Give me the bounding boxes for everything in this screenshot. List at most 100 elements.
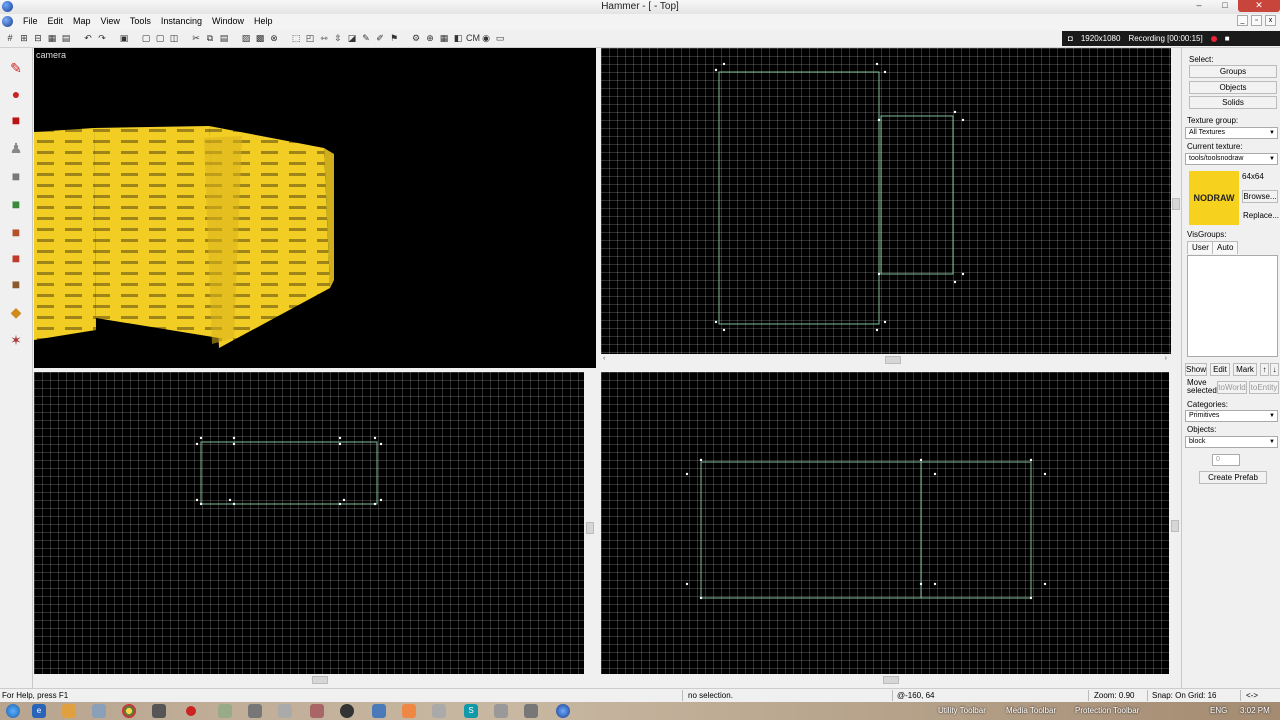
redo-icon[interactable]: ↷ (96, 32, 108, 44)
selection-box-icon[interactable]: ⬚ (290, 32, 302, 44)
minimize-button[interactable]: – (1186, 0, 1212, 12)
check-problems-icon[interactable]: ◧ (452, 32, 464, 44)
tab-auto[interactable]: Auto (1212, 241, 1239, 254)
hammer-taskbar-icon[interactable] (556, 704, 570, 718)
options-icon[interactable]: ⚙ (410, 32, 422, 44)
top-viewport[interactable] (601, 48, 1171, 354)
side-viewport-vscroll[interactable] (1170, 372, 1180, 674)
texture-application-tool-icon[interactable]: ■ (4, 192, 28, 216)
overlay-tool-icon[interactable]: ■ (4, 272, 28, 296)
sprite-icon[interactable]: ◉ (480, 32, 492, 44)
app-icon[interactable] (372, 704, 386, 718)
menu-window[interactable]: Window (207, 15, 249, 28)
visgroup-mark-button[interactable]: Mark (1233, 363, 1257, 376)
create-prefab-button[interactable]: Create Prefab (1199, 471, 1267, 484)
scroll-thumb[interactable] (885, 356, 901, 364)
menu-tools[interactable]: Tools (125, 15, 156, 28)
app-icon[interactable] (310, 704, 324, 718)
steam-icon[interactable] (152, 704, 166, 718)
grid-smaller-icon[interactable]: ⊞ (18, 32, 30, 44)
flip-horizontal-icon[interactable]: ⇿ (318, 32, 330, 44)
scroll-thumb[interactable] (883, 676, 899, 684)
app-icon[interactable] (248, 704, 262, 718)
replace-button[interactable]: Replace... (1242, 209, 1279, 222)
scroll-thumb[interactable] (1172, 198, 1180, 210)
carve-icon[interactable]: ▣ (118, 32, 130, 44)
compile-icon[interactable]: ⊗ (268, 32, 280, 44)
cordon-icon[interactable]: CM (466, 32, 480, 44)
mdi-restore-icon[interactable]: ▫ (1251, 15, 1262, 26)
apply-texture-tool-icon[interactable]: ■ (4, 220, 28, 244)
maximize-button[interactable]: □ (1212, 0, 1238, 12)
menu-help[interactable]: Help (249, 15, 278, 28)
utility-toolbar[interactable]: Utility Toolbar (938, 706, 986, 715)
browse-button[interactable]: Browse... (1242, 190, 1278, 203)
tool-b-icon[interactable]: ✐ (374, 32, 386, 44)
app-icon[interactable] (494, 704, 508, 718)
top-viewport-vscroll[interactable] (1171, 48, 1181, 354)
folder-icon[interactable] (62, 704, 76, 718)
ie-icon[interactable]: e (32, 704, 46, 718)
camera-icon[interactable]: ■ (1225, 34, 1230, 43)
visgroup-edit-button[interactable]: Edit (1210, 363, 1230, 376)
menu-edit[interactable]: Edit (43, 15, 69, 28)
visgroups-list[interactable] (1187, 255, 1278, 357)
app-icon[interactable] (92, 704, 106, 718)
group-icon[interactable]: ▢ (140, 32, 152, 44)
start-button-icon[interactable] (6, 704, 20, 718)
texture-scale-lock-icon[interactable]: ▩ (254, 32, 266, 44)
load-window-state-icon[interactable]: ▦ (46, 32, 58, 44)
menu-file[interactable]: File (18, 15, 43, 28)
media-toolbar[interactable]: Media Toolbar (1006, 706, 1056, 715)
visgroup-show-button[interactable]: Show (1185, 363, 1207, 376)
display-icon[interactable]: ▭ (494, 32, 506, 44)
select-solids-button[interactable]: Solids (1189, 96, 1277, 109)
close-button[interactable]: ✕ (1238, 0, 1280, 12)
selection-tool-icon[interactable]: ✎ (4, 56, 28, 80)
camera-tool-icon[interactable]: ■ (4, 108, 28, 132)
mdi-close-icon[interactable]: x (1265, 15, 1276, 26)
clipping-tool-icon[interactable]: ◆ (4, 300, 28, 324)
vertex-tool-icon[interactable]: ✶ (4, 328, 28, 352)
record-icon[interactable] (186, 706, 196, 716)
skype-icon[interactable]: S (464, 704, 478, 718)
save-window-state-icon[interactable]: ▤ (60, 32, 72, 44)
select-groups-button[interactable]: Groups (1189, 65, 1277, 78)
scroll-thumb[interactable] (586, 522, 594, 534)
front-viewport-hscroll[interactable] (34, 675, 584, 685)
chrome-icon[interactable] (122, 704, 136, 718)
mdi-minimize-icon[interactable]: _ (1237, 15, 1248, 26)
scroll-thumb[interactable] (312, 676, 328, 684)
undo-icon[interactable]: ↶ (82, 32, 94, 44)
to-entity-button[interactable]: toEntity (1249, 381, 1279, 394)
move-up-icon[interactable]: ↑ (1260, 363, 1269, 376)
document-icon[interactable] (2, 16, 13, 27)
current-texture-select[interactable]: tools/toolsnodraw ▼ (1185, 153, 1278, 165)
app-icon[interactable] (278, 704, 292, 718)
clock[interactable]: 3:02 PM (1240, 706, 1270, 715)
copy-icon[interactable]: ⧉ (204, 32, 216, 44)
camera-viewport[interactable]: camera (34, 48, 596, 368)
flip-vertical-icon[interactable]: ⇳ (332, 32, 344, 44)
to-world-button[interactable]: toWorld (1217, 381, 1247, 394)
menu-instancing[interactable]: Instancing (156, 15, 207, 28)
objects-select[interactable]: block ▼ (1185, 436, 1278, 448)
move-down-icon[interactable]: ↓ (1270, 363, 1279, 376)
app-icon[interactable] (432, 704, 446, 718)
side-viewport-hscroll[interactable] (601, 675, 1169, 685)
categories-select[interactable]: Primitives ▼ (1185, 410, 1278, 422)
menu-view[interactable]: View (96, 15, 125, 28)
tool-c-icon[interactable]: ⚑ (388, 32, 400, 44)
cut-icon[interactable]: ✂ (190, 32, 202, 44)
record-dot-icon[interactable] (1210, 35, 1217, 42)
select-objects-button[interactable]: Objects (1189, 81, 1277, 94)
protection-toolbar[interactable]: Protection Toolbar (1075, 706, 1139, 715)
scroll-thumb[interactable] (1171, 520, 1179, 532)
scroll-right-icon[interactable]: › (1165, 355, 1167, 362)
magnify-tool-icon[interactable]: ● (4, 82, 28, 106)
face-count-stepper[interactable]: 0 (1212, 454, 1240, 466)
app-icon[interactable] (402, 704, 416, 718)
decal-tool-icon[interactable]: ■ (4, 246, 28, 270)
tab-user[interactable]: User (1187, 241, 1214, 254)
ungroup-icon[interactable]: ▢ (154, 32, 166, 44)
